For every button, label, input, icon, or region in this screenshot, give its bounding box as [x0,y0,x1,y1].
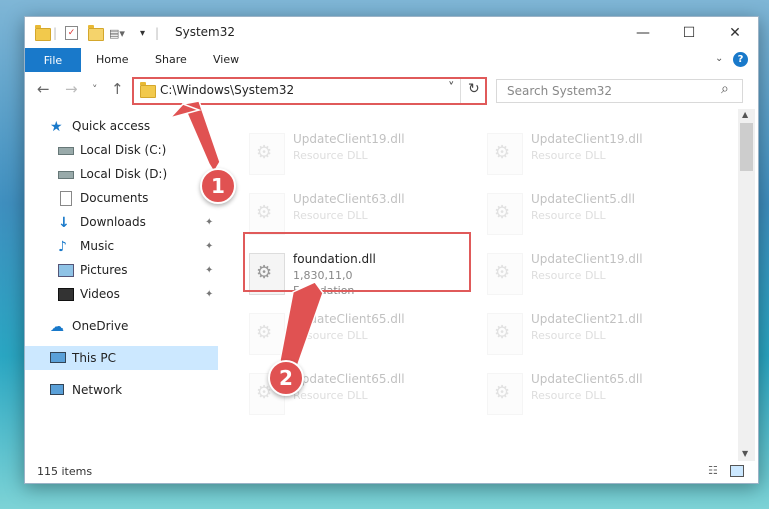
arrow-2 [279,281,324,373]
step-marker-1: 1 [200,168,236,204]
step-marker-2: 2 [268,360,304,396]
annotation-arrows [167,100,324,373]
